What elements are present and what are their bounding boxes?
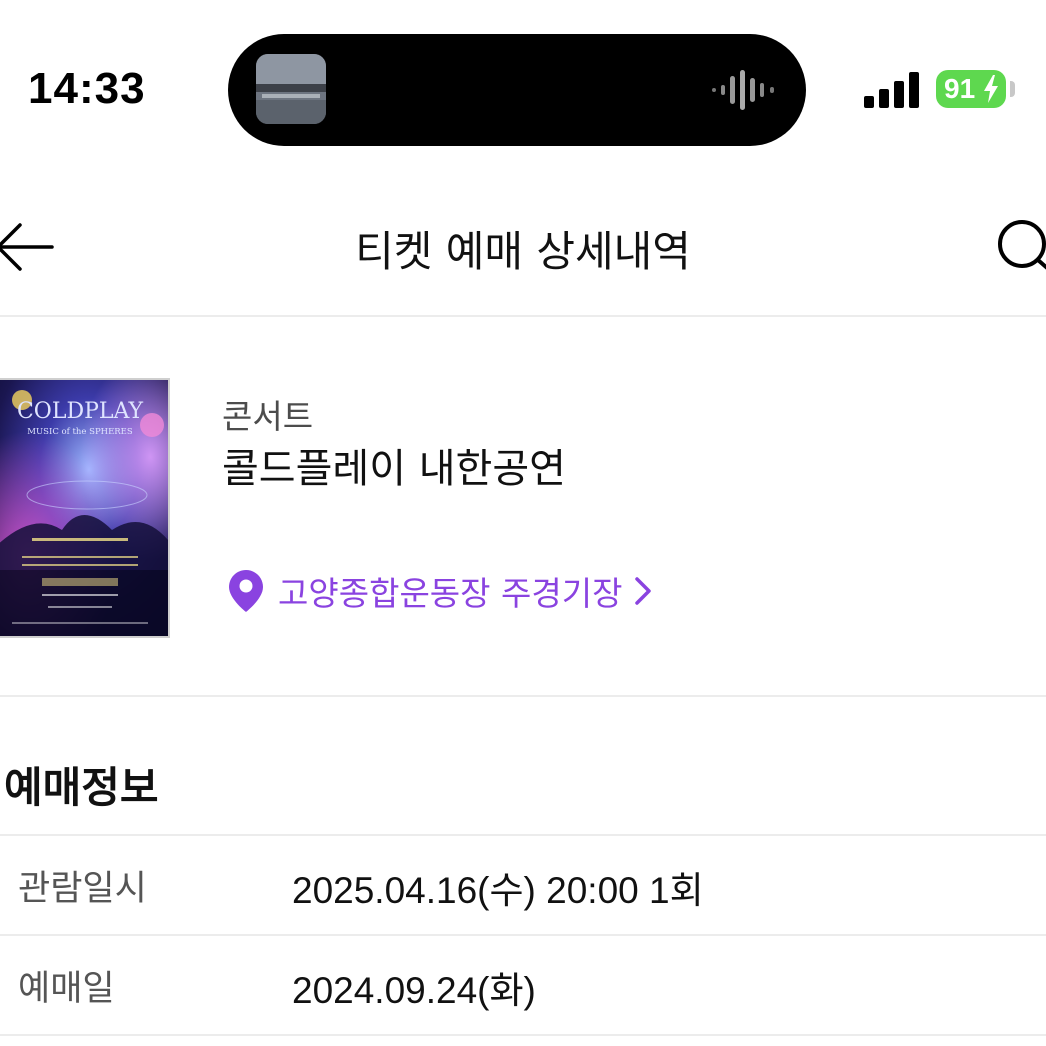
- battery-charging-icon: 91: [936, 70, 1006, 108]
- search-icon[interactable]: [996, 214, 1046, 276]
- info-label: 관람일시: [18, 869, 147, 909]
- venue-name: 고양종합운동장 주경기장: [278, 574, 623, 613]
- info-row-showtime: 관람일시 2025.04.16(수) 20:00 1회: [0, 836, 1046, 934]
- chevron-right-icon: [635, 577, 652, 605]
- poster-subtitle: MUSIC of the SPHERES: [27, 427, 133, 437]
- info-value: 2024.09.24(화): [292, 970, 536, 1011]
- battery-cap: [1010, 81, 1015, 97]
- event-category: 콘서트: [222, 397, 314, 436]
- dynamic-island[interactable]: [228, 34, 806, 146]
- booking-section-title: 예매정보: [4, 763, 159, 812]
- venue-link[interactable]: 고양종합운동장 주경기장: [228, 566, 652, 616]
- status-time: 14:33: [28, 64, 146, 113]
- info-label: 예매일: [18, 969, 115, 1009]
- cellular-signal-icon: [864, 72, 919, 108]
- location-pin-icon: [229, 570, 263, 612]
- poster-band: COLDPLAY: [17, 399, 144, 424]
- ticket-detail-screen: 14:33 91 티켓 예매 상세내역 COLDPLAY MUSIC of th…: [0, 0, 1046, 1046]
- event-title: 콜드플레이 내한공연: [222, 446, 566, 492]
- header-divider: [0, 315, 1046, 317]
- page-title: 티켓 예매 상세내역: [355, 227, 691, 276]
- row-divider: [0, 1034, 1046, 1036]
- bolt-icon: [984, 75, 998, 103]
- battery-level: 91: [944, 73, 976, 104]
- info-value: 2025.04.16(수) 20:00 1회: [292, 870, 704, 911]
- concert-poster[interactable]: COLDPLAY MUSIC of the SPHERES: [0, 378, 170, 638]
- info-row-booking-date: 예매일 2024.09.24(화): [0, 936, 1046, 1034]
- album-art-icon: [256, 54, 326, 124]
- card-divider: [0, 695, 1046, 697]
- audio-waveform-icon: [712, 70, 774, 110]
